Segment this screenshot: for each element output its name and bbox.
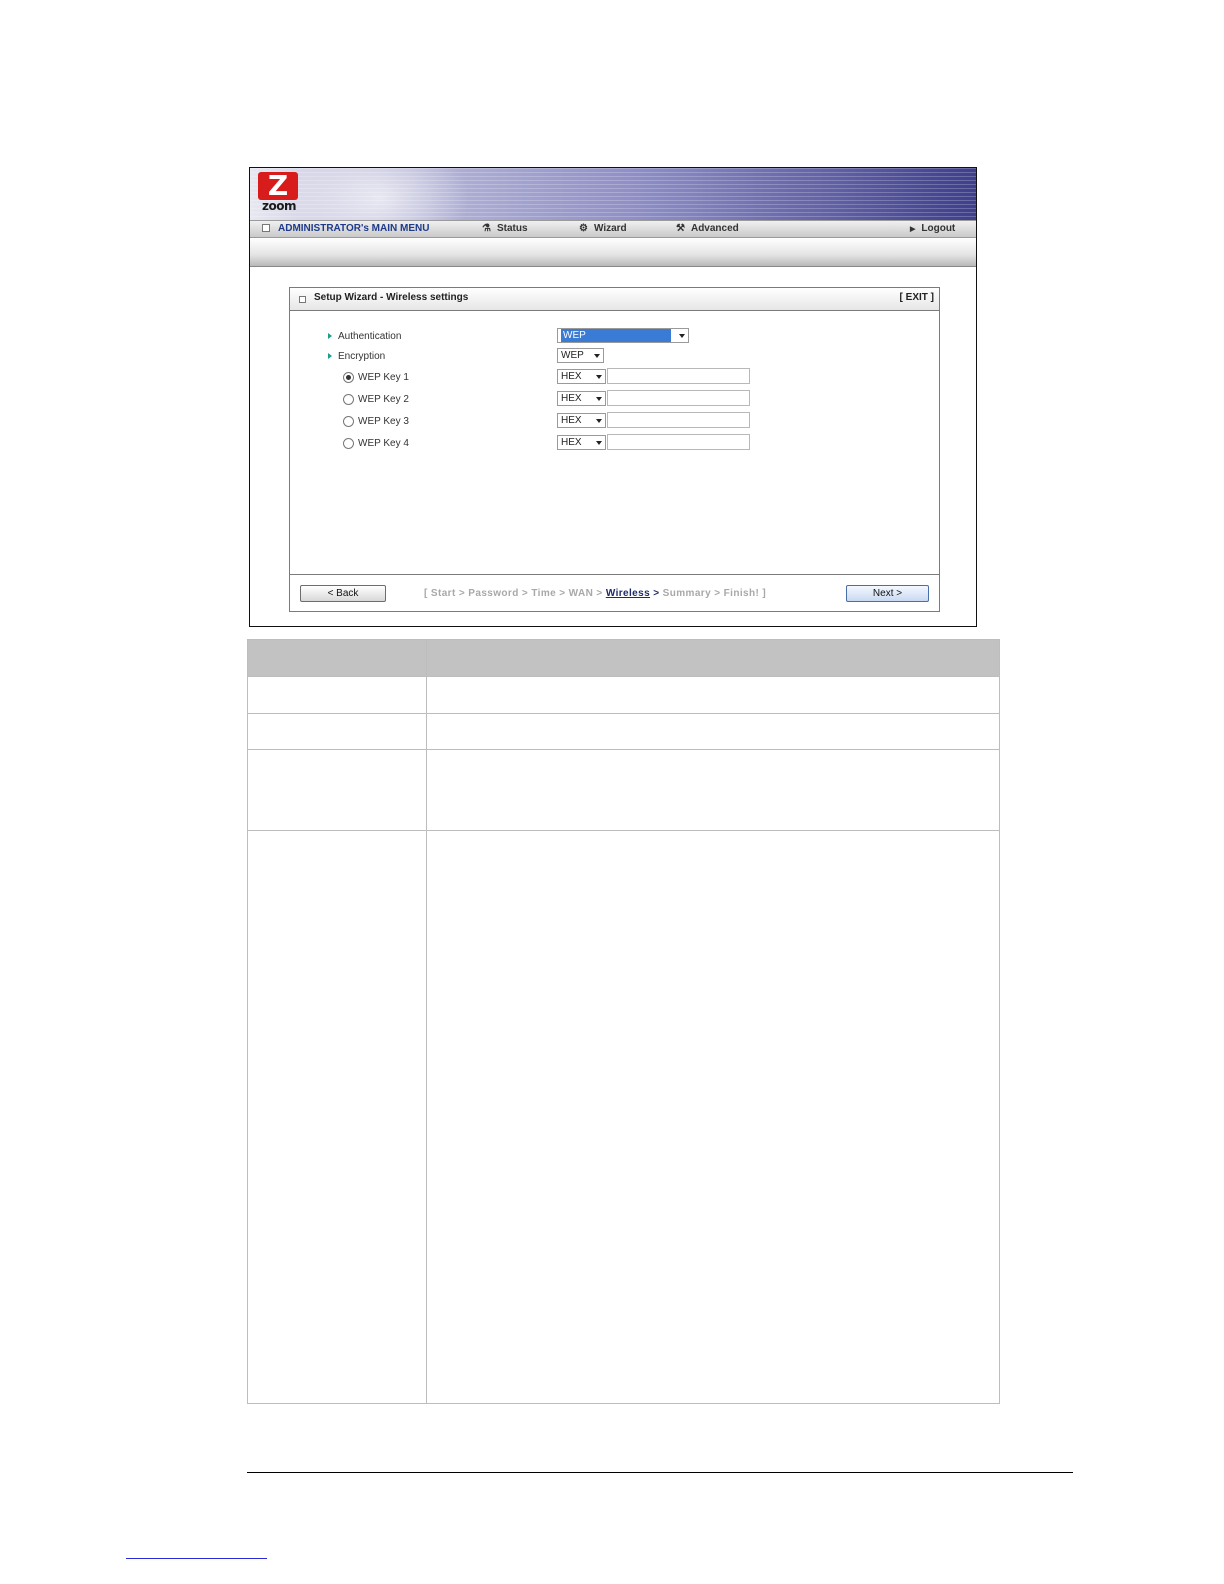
- table-cell: [247, 713, 427, 750]
- wep-key-1-row[interactable]: WEP Key 1: [343, 372, 409, 383]
- wep-key-3-radio[interactable]: [343, 416, 354, 427]
- router-admin-screenshot: Z zoom ADMINISTRATOR's MAIN MENU ⚗ Status…: [249, 167, 977, 627]
- table-row: [247, 749, 1000, 831]
- encryption-value: WEP: [561, 350, 584, 361]
- table-cell: [247, 749, 427, 831]
- authentication-select[interactable]: WEP: [557, 328, 689, 343]
- square-bullet-icon: [299, 296, 306, 303]
- menu-wizard-label: Wizard: [593, 223, 627, 234]
- sub-header-bar: [250, 238, 976, 267]
- wep-key-1-format-select[interactable]: HEX: [557, 369, 606, 384]
- breadcrumb-current-step: Wireless: [605, 588, 651, 599]
- menu-logout-label: Logout: [921, 223, 956, 234]
- arrow-right-icon: ▶: [910, 226, 916, 233]
- menu-admin-label: ADMINISTRATOR's MAIN MENU: [278, 223, 430, 234]
- wep-key-1-label: WEP Key 1: [358, 372, 409, 384]
- encryption-select[interactable]: WEP: [557, 348, 604, 363]
- authentication-value: WEP: [561, 329, 671, 342]
- table-row: [247, 676, 1000, 714]
- table-cell: [426, 749, 1000, 831]
- wep-key-4-format-select[interactable]: HEX: [557, 435, 606, 450]
- chevron-down-icon: [596, 441, 602, 445]
- wep-key-2-radio[interactable]: [343, 394, 354, 405]
- chevron-down-icon: [596, 419, 602, 423]
- wep-key-4-label: WEP Key 4: [358, 438, 409, 450]
- chevron-down-icon: [594, 354, 600, 358]
- wep-key-3-row[interactable]: WEP Key 3: [343, 416, 409, 427]
- menu-status[interactable]: ⚗ Status: [482, 222, 528, 236]
- wep-key-4-input[interactable]: [607, 434, 750, 450]
- main-menu-bar: ADMINISTRATOR's MAIN MENU ⚗ Status ⚙ Wizar…: [250, 220, 976, 238]
- menu-wizard[interactable]: ⚙ Wizard: [579, 222, 627, 236]
- triangle-bullet-icon: [328, 353, 332, 360]
- encryption-row: Encryption: [328, 351, 385, 362]
- wep-key-2-format: HEX: [561, 393, 582, 404]
- wep-key-1-input[interactable]: [607, 368, 750, 384]
- wep-key-1-format: HEX: [561, 371, 582, 382]
- table-cell: [426, 713, 1000, 750]
- wep-key-4-radio[interactable]: [343, 438, 354, 449]
- status-icon: ⚗: [482, 223, 491, 234]
- panel-title: Setup Wizard - Wireless settings: [314, 292, 469, 303]
- chevron-down-icon: [596, 397, 602, 401]
- chevron-down-icon: [679, 334, 685, 338]
- footer-link-underline: [126, 1558, 267, 1559]
- wep-key-3-format-select[interactable]: HEX: [557, 413, 606, 428]
- wep-key-4-format: HEX: [561, 437, 582, 448]
- wep-key-3-format: HEX: [561, 415, 582, 426]
- wizard-breadcrumb: [ Start > Password > Time > WAN > Wirele…: [424, 588, 766, 599]
- table-header-cell: [247, 639, 427, 677]
- breadcrumb-steps-after: Summary > Finish! ]: [662, 588, 767, 599]
- advanced-icon: ⚒: [676, 223, 685, 234]
- square-bullet-icon: [262, 224, 270, 233]
- encryption-label: Encryption: [338, 351, 386, 362]
- table-cell: [247, 676, 427, 714]
- breadcrumb-separator: >: [650, 588, 663, 599]
- settings-description-table: [247, 639, 1000, 1404]
- wizard-icon: ⚙: [579, 223, 588, 234]
- breadcrumb-steps-before: [ Start > Password > Time > WAN >: [424, 588, 606, 599]
- menu-advanced[interactable]: ⚒ Advanced: [676, 222, 739, 236]
- menu-advanced-label: Advanced: [690, 223, 739, 234]
- exit-link[interactable]: [ EXIT ]: [900, 292, 934, 303]
- logo-wordmark: zoom: [262, 199, 296, 213]
- table-cell: [426, 830, 1000, 1404]
- menu-logout[interactable]: ▶ Logout: [910, 222, 955, 237]
- authentication-row: Authentication: [328, 331, 401, 342]
- table-header-cell: [426, 639, 1000, 677]
- next-button[interactable]: Next >: [846, 585, 929, 602]
- header-banner: Z zoom: [250, 168, 976, 220]
- wep-key-3-label: WEP Key 3: [358, 416, 409, 428]
- triangle-bullet-icon: [328, 333, 332, 340]
- wep-key-1-radio[interactable]: [343, 372, 354, 383]
- table-header-row: [247, 639, 1000, 677]
- wep-key-4-row[interactable]: WEP Key 4: [343, 438, 409, 449]
- footer-rule: [247, 1472, 1073, 1473]
- zoom-logo: Z zoom: [256, 169, 300, 214]
- panel-footer: < Back [ Start > Password > Time > WAN >…: [290, 574, 939, 611]
- panel-header: Setup Wizard - Wireless settings [ EXIT …: [290, 288, 939, 311]
- menu-admin-main[interactable]: ADMINISTRATOR's MAIN MENU: [262, 222, 429, 236]
- menu-status-label: Status: [496, 223, 528, 234]
- wep-key-3-input[interactable]: [607, 412, 750, 428]
- table-row: [247, 830, 1000, 1404]
- banner-swirl: [290, 168, 470, 220]
- wep-key-2-format-select[interactable]: HEX: [557, 391, 606, 406]
- table-row: [247, 713, 1000, 750]
- chevron-down-icon: [596, 375, 602, 379]
- authentication-label: Authentication: [338, 331, 402, 342]
- wizard-panel: Setup Wizard - Wireless settings [ EXIT …: [289, 287, 940, 612]
- logo-letter: Z: [267, 169, 289, 202]
- wep-key-2-label: WEP Key 2: [358, 394, 409, 406]
- table-cell: [426, 676, 1000, 714]
- table-cell: [247, 830, 427, 1404]
- wep-key-2-row[interactable]: WEP Key 2: [343, 394, 409, 405]
- back-button[interactable]: < Back: [300, 585, 386, 602]
- wep-key-2-input[interactable]: [607, 390, 750, 406]
